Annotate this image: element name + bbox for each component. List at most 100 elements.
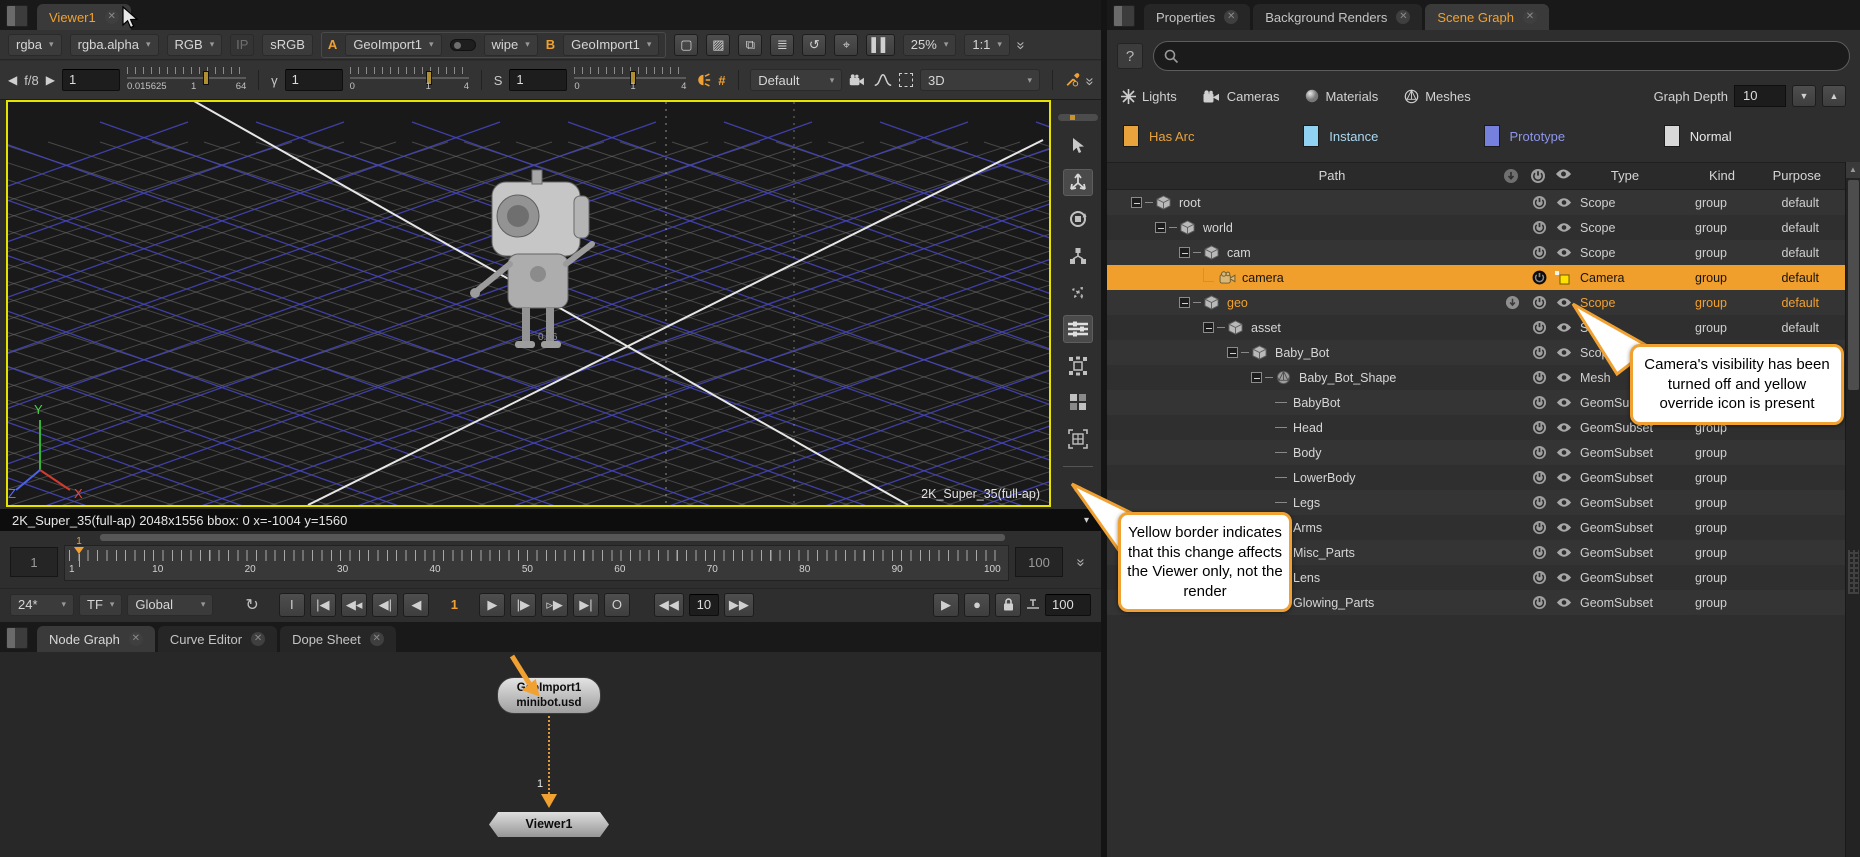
power-column-icon[interactable] — [1530, 168, 1546, 187]
eye-icon[interactable] — [1556, 522, 1572, 536]
power-icon[interactable] — [1532, 370, 1547, 388]
close-icon[interactable]: ✕ — [1224, 10, 1238, 24]
scene-graph-row[interactable]: camScopegroupdefault — [1107, 240, 1845, 265]
gamma-slider[interactable]: 0 1 4 — [350, 65, 469, 95]
close-icon[interactable]: ✕ — [370, 632, 384, 646]
translate-tool-icon[interactable] — [1063, 169, 1093, 197]
fullframe-icon[interactable]: ▢ — [674, 34, 698, 56]
fps-dropdown[interactable]: 24*▾ — [10, 594, 74, 616]
close-icon[interactable]: ✕ — [129, 632, 143, 646]
column-type[interactable]: Type — [1575, 168, 1675, 183]
prev-keyframe-icon[interactable]: ◀◂ — [341, 593, 368, 617]
zoom-level-dropdown[interactable]: 25%▾ — [903, 34, 957, 56]
eye-icon[interactable] — [1556, 197, 1572, 211]
graph-depth-increase-icon[interactable]: ▲ — [1822, 85, 1846, 107]
curve-tone-icon[interactable] — [874, 72, 892, 88]
column-path[interactable]: Path — [1167, 168, 1497, 183]
set-out-button[interactable]: O — [604, 593, 630, 617]
goto-start-icon[interactable]: |◀ — [310, 593, 336, 617]
expander-icon[interactable] — [1179, 297, 1190, 308]
prev-aperture-icon[interactable]: ◀ — [8, 73, 17, 87]
power-icon[interactable] — [1532, 395, 1547, 413]
expander-icon[interactable] — [1251, 372, 1262, 383]
headlamp-icon[interactable] — [693, 70, 711, 90]
viewer-viewport[interactable]: 0.16 Y X Z 2K_Super_35(full-ap) — [6, 100, 1051, 507]
next-frame-icon[interactable]: |▶ — [510, 593, 536, 617]
play-forward-icon[interactable]: ▶ — [479, 593, 505, 617]
goto-end-icon[interactable]: ▶| — [573, 593, 599, 617]
flipbook-play-icon[interactable]: ▶ — [933, 593, 959, 617]
expander-icon[interactable] — [1227, 347, 1238, 358]
step-forward-icon[interactable]: ▶▶ — [724, 593, 754, 617]
scene-graph-row[interactable]: worldScopegroupdefault — [1107, 215, 1845, 240]
next-keyframe-icon[interactable]: ▹▶ — [541, 593, 568, 617]
timeline-scrollbar[interactable] — [100, 534, 1005, 541]
filter-meshes[interactable]: Meshes — [1404, 89, 1471, 104]
frame-grid-icon[interactable] — [1063, 425, 1093, 453]
tf-dropdown[interactable]: TF▾ — [79, 594, 122, 616]
power-icon[interactable] — [1532, 245, 1547, 263]
power-icon[interactable] — [1532, 570, 1547, 588]
tab-background-renders[interactable]: Background Renders ✕ — [1253, 4, 1422, 30]
scene-graph-row[interactable]: geoScopegroupdefault — [1107, 290, 1845, 315]
panel-layout-icon[interactable] — [6, 5, 28, 27]
scrollbar-thumb[interactable] — [1848, 180, 1859, 390]
scene-graph-row[interactable]: BodyGeomSubsetgroup — [1107, 440, 1845, 465]
tab-viewer1[interactable]: Viewer1 ✕ — [37, 4, 131, 30]
tab-curve-editor[interactable]: Curve Editor ✕ — [158, 626, 277, 652]
pause-icon[interactable]: ▌▌ — [866, 34, 894, 56]
eye-icon[interactable] — [1556, 422, 1572, 436]
playback-end-input[interactable]: 100 — [1045, 594, 1091, 616]
help-button[interactable]: ? — [1117, 43, 1143, 69]
scroll-up-icon[interactable]: ▲ — [1846, 162, 1860, 178]
eye-icon[interactable] — [1556, 447, 1572, 461]
channels-dropdown[interactable]: rgba▾ — [8, 34, 62, 56]
filter-lights[interactable]: Lights — [1121, 89, 1177, 104]
view-mode-dropdown[interactable]: 3D▾ — [920, 69, 1040, 91]
wipe-mode-dropdown[interactable]: wipe▾ — [484, 34, 538, 56]
power-icon[interactable] — [1532, 320, 1547, 338]
gamma-input[interactable]: 1 — [285, 69, 343, 91]
vertical-scrollbar[interactable]: ▲ — [1845, 162, 1860, 857]
overlay-icon[interactable]: ⧉ — [738, 34, 762, 56]
lock-range-icon[interactable] — [995, 593, 1021, 617]
gain-slider[interactable]: 0.015625 1 64 — [127, 65, 246, 95]
eye-icon[interactable] — [1556, 397, 1572, 411]
scale-tool-icon[interactable] — [1063, 242, 1093, 270]
node-connection[interactable] — [548, 716, 550, 794]
select-tool-icon[interactable] — [1063, 132, 1093, 160]
eye-icon[interactable] — [1556, 497, 1572, 511]
power-icon[interactable] — [1532, 595, 1547, 613]
node-viewer1[interactable]: Viewer1 — [489, 812, 609, 837]
refresh-icon[interactable]: ↺ — [802, 34, 826, 56]
search-box[interactable] — [1153, 41, 1850, 71]
camera-lock-icon[interactable] — [849, 72, 867, 88]
panel-layout-icon[interactable] — [1113, 5, 1135, 27]
a-input-dropdown[interactable]: GeoImport1▾ — [345, 34, 441, 56]
saturation-input[interactable]: 1 — [509, 69, 567, 91]
range-end-input[interactable]: 100 — [1015, 547, 1063, 577]
proxy-scale-dropdown[interactable]: 1:1▾ — [964, 34, 1010, 56]
override-icon[interactable] — [1554, 270, 1570, 288]
graph-depth-decrease-icon[interactable]: ▼ — [1792, 85, 1816, 107]
tab-dope-sheet[interactable]: Dope Sheet ✕ — [280, 626, 396, 652]
column-purpose[interactable]: Purpose — [1773, 168, 1821, 183]
search-input[interactable] — [1187, 48, 1839, 65]
scene-graph-row[interactable]: LowerBodyGeomSubsetgroup — [1107, 465, 1845, 490]
localized-icon[interactable] — [1505, 295, 1520, 313]
proxy-toggle-icon[interactable]: ▨ — [706, 34, 730, 56]
uniform-scale-tool-icon[interactable] — [1063, 279, 1093, 307]
close-icon[interactable]: ✕ — [105, 10, 119, 24]
toolbar2-overflow-chevron[interactable]: » — [1081, 77, 1098, 83]
toolbar-overflow-chevron[interactable]: » — [1013, 41, 1030, 47]
eye-icon[interactable] — [1556, 597, 1572, 611]
viewer-lut-mode-dropdown[interactable]: Default▾ — [750, 69, 842, 91]
eye-icon[interactable] — [1556, 472, 1572, 486]
split-view-icon[interactable] — [1063, 389, 1093, 417]
frame-ruler[interactable]: 1102030405060708090100 1 — [64, 545, 1009, 581]
frame-increment-input[interactable]: 10 — [689, 594, 719, 616]
transform-handles-icon[interactable] — [1063, 352, 1093, 380]
current-frame-display[interactable]: 1 — [434, 597, 474, 612]
stereo-modes-icon[interactable]: ≣ — [770, 34, 794, 56]
marquee-icon[interactable] — [899, 73, 913, 87]
